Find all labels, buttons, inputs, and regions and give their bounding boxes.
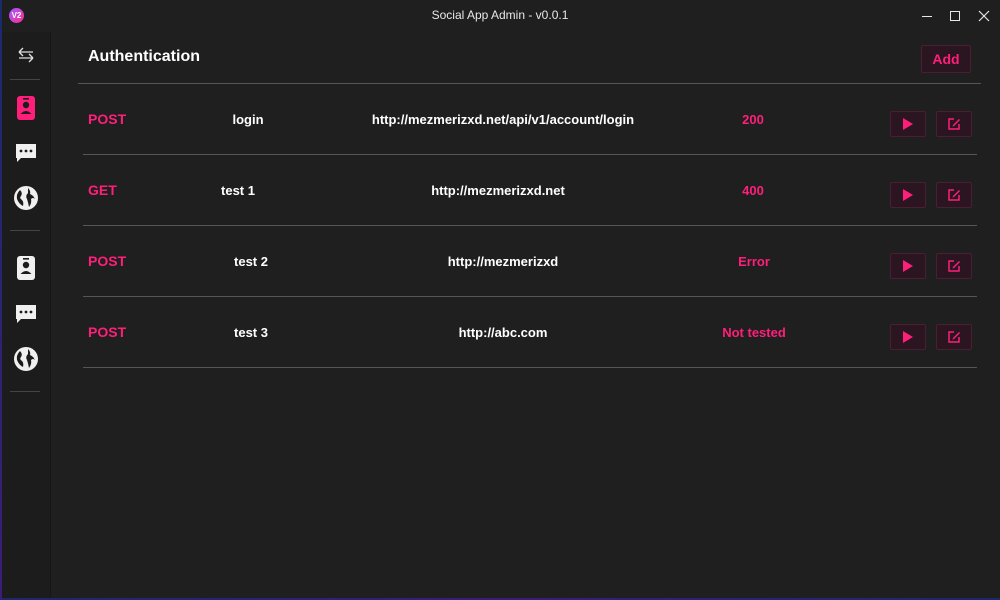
sidebar-item-accounts[interactable] [0, 88, 51, 128]
add-button[interactable]: Add [921, 45, 971, 73]
edit-request-button[interactable] [936, 253, 972, 279]
edit-icon [948, 189, 960, 201]
contact-card-icon [16, 96, 35, 120]
play-icon [903, 260, 913, 272]
globe-icon [13, 347, 38, 371]
request-status: Not tested [722, 324, 786, 340]
window-title: Social App Admin - v0.0.1 [431, 8, 569, 22]
edit-request-button[interactable] [936, 324, 972, 350]
chat-bubble-icon [15, 305, 36, 323]
minimize-button[interactable] [912, 0, 942, 32]
sidebar-item-network[interactable] [0, 178, 51, 218]
window-titlebar: V2 Social App Admin - v0.0.1 [0, 0, 1000, 32]
run-request-button[interactable] [890, 111, 926, 137]
play-icon [903, 189, 913, 201]
run-request-button[interactable] [890, 253, 926, 279]
request-url: http://mezmerizxd [447, 253, 559, 269]
sidebar-item-accounts-2[interactable] [0, 248, 51, 288]
window-border-left [0, 0, 2, 600]
contact-card-icon [16, 256, 35, 280]
edit-icon [948, 118, 960, 130]
close-button[interactable] [969, 0, 999, 32]
edit-icon [948, 331, 960, 343]
table-row: POST test 3 http://abc.com Not tested [83, 297, 977, 368]
swap-arrows-icon [18, 47, 33, 63]
sidebar-item-network-2[interactable] [0, 339, 51, 379]
request-status: 200 [742, 111, 764, 127]
maximize-button[interactable] [940, 0, 970, 32]
play-icon [903, 331, 913, 343]
table-row: GET test 1 http://mezmerizxd.net 400 [83, 155, 977, 226]
request-status: Error [738, 253, 770, 269]
request-status: 400 [742, 182, 764, 198]
sidebar [0, 32, 51, 600]
edit-icon [948, 260, 960, 272]
table-row: POST login http://mezmerizxd.net/api/v1/… [83, 84, 977, 155]
run-request-button[interactable] [890, 324, 926, 350]
request-url: http://abc.com [458, 324, 548, 340]
run-request-button[interactable] [890, 182, 926, 208]
page-title: Authentication [88, 48, 200, 65]
sidebar-divider [10, 230, 40, 231]
play-icon [903, 118, 913, 130]
table-row: POST test 2 http://mezmerizxd Error [83, 226, 977, 297]
request-url: http://mezmerizxd.net/api/v1/account/log… [371, 111, 635, 127]
sidebar-divider [10, 79, 40, 80]
sidebar-toggle-button[interactable] [0, 35, 51, 75]
globe-icon [13, 186, 38, 210]
maximize-icon [950, 11, 960, 21]
edit-request-button[interactable] [936, 182, 972, 208]
sidebar-divider [10, 391, 40, 392]
sidebar-item-messages[interactable] [0, 133, 51, 173]
chat-bubble-icon [15, 144, 36, 162]
sidebar-item-messages-2[interactable] [0, 294, 51, 334]
minimize-icon [922, 15, 932, 17]
edit-request-button[interactable] [936, 111, 972, 137]
request-url: http://mezmerizxd.net [431, 182, 565, 198]
close-icon [978, 10, 990, 22]
